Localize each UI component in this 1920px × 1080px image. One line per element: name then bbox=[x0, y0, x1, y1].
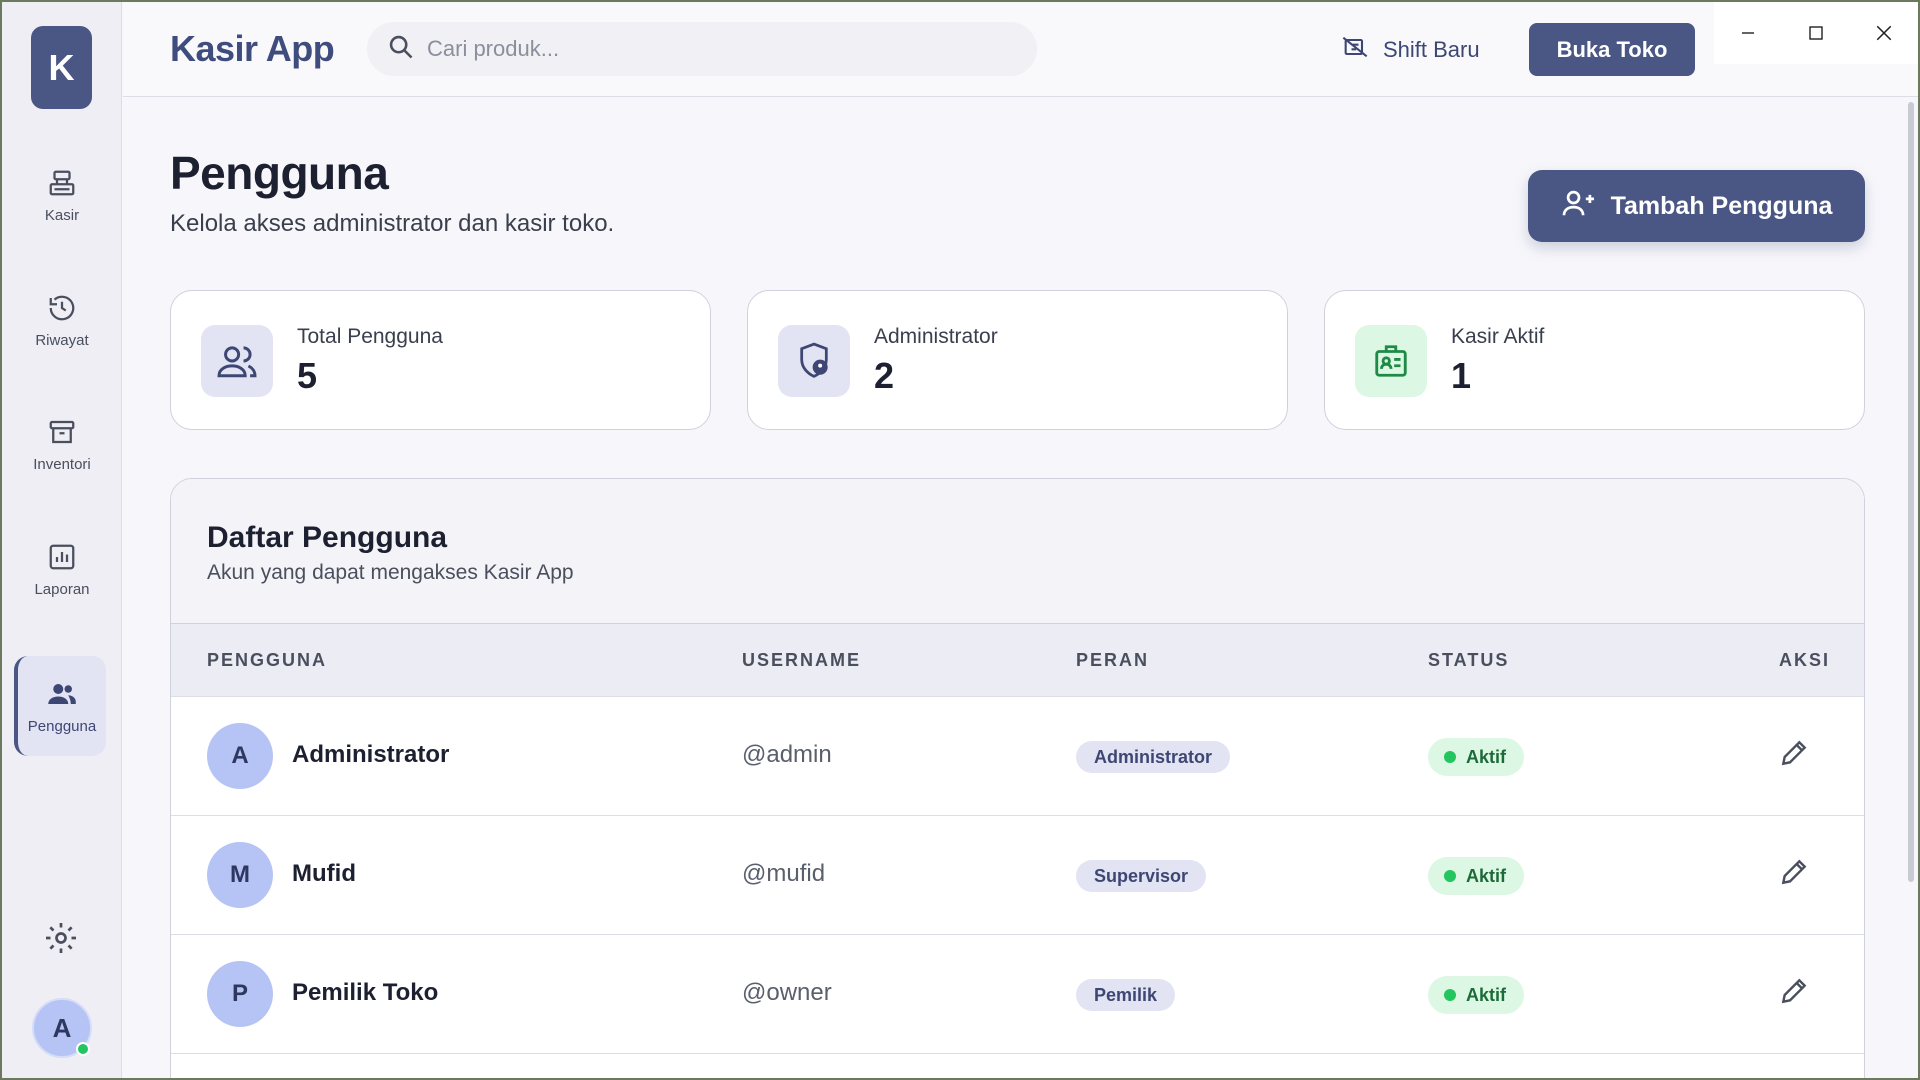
stat-value: 2 bbox=[874, 355, 895, 396]
stat-label: Administrator bbox=[874, 325, 998, 348]
role-badge: Supervisor bbox=[1076, 860, 1207, 892]
sidebar-item-pengguna[interactable]: Pengguna bbox=[14, 656, 106, 756]
maximize-icon bbox=[1809, 26, 1823, 40]
pencil-icon[interactable] bbox=[1778, 737, 1812, 771]
new-shift-label: Shift Baru bbox=[1383, 37, 1480, 62]
stat-card-active-cashier: Kasir Aktif 1 bbox=[1324, 290, 1865, 430]
users-icon bbox=[46, 678, 78, 710]
sidebar: K Kasir Riwayat Inventori Laporan Penggu… bbox=[2, 2, 122, 1078]
sidebar-item-label: Inventori bbox=[33, 455, 91, 473]
page-subtitle: Kelola akses administrator dan kasir tok… bbox=[170, 210, 615, 237]
sidebar-item-laporan[interactable]: Laporan bbox=[14, 519, 110, 619]
status-badge: Aktif bbox=[1428, 738, 1524, 776]
close-button[interactable] bbox=[1850, 2, 1918, 64]
user-plus-icon bbox=[1561, 188, 1597, 225]
add-user-label: Tambah Pengguna bbox=[1610, 191, 1833, 220]
stat-value: 5 bbox=[297, 355, 318, 396]
sidebar-item-kasir[interactable]: Kasir bbox=[14, 145, 110, 245]
user-list-subtitle: Akun yang dapat mengakses Kasir App bbox=[207, 561, 574, 584]
id-card-icon bbox=[1355, 325, 1427, 397]
user-name: Mufid bbox=[292, 860, 356, 887]
open-store-button[interactable]: Buka Toko bbox=[1529, 23, 1695, 76]
table-row[interactable]: M Mufid @mufid Supervisor Aktif bbox=[171, 816, 1864, 935]
sidebar-item-label: Riwayat bbox=[35, 331, 89, 349]
column-header: PENGGUNA bbox=[207, 650, 328, 670]
user-username: @admin bbox=[742, 741, 832, 768]
sidebar-item-riwayat[interactable]: Riwayat bbox=[14, 270, 110, 370]
search-icon bbox=[387, 33, 415, 66]
sidebar-item-label: Kasir bbox=[44, 206, 80, 224]
minimize-button[interactable] bbox=[1714, 2, 1782, 64]
column-header: AKSI bbox=[1779, 650, 1831, 670]
column-header: STATUS bbox=[1428, 650, 1510, 670]
gear-icon[interactable] bbox=[43, 920, 79, 956]
status-label: Aktif bbox=[1466, 865, 1506, 886]
sidebar-item-inventori[interactable]: Inventori bbox=[14, 394, 110, 494]
stat-label: Kasir Aktif bbox=[1451, 325, 1545, 348]
online-status-dot bbox=[76, 1042, 90, 1056]
user-list-header: Daftar Pengguna Akun yang dapat mengakse… bbox=[171, 479, 1864, 624]
status-label: Aktif bbox=[1466, 984, 1506, 1005]
stat-card-administrator: Administrator 2 bbox=[747, 290, 1288, 430]
new-shift-button[interactable]: Shift Baru bbox=[1341, 32, 1480, 68]
add-user-button[interactable]: Tambah Pengguna bbox=[1528, 170, 1865, 242]
column-header: PERAN bbox=[1076, 650, 1150, 670]
user-name: Pemilik Toko bbox=[292, 979, 439, 1006]
user-username: @owner bbox=[742, 979, 832, 1006]
sidebar-item-label: Pengguna bbox=[27, 717, 97, 735]
archive-box-icon bbox=[46, 416, 78, 448]
minimize-icon bbox=[1742, 32, 1754, 34]
user-avatar: P bbox=[207, 961, 273, 1027]
maximize-button[interactable] bbox=[1782, 2, 1850, 64]
user-username: @mufid bbox=[742, 860, 826, 887]
stat-card-total-users: Total Pengguna 5 bbox=[170, 290, 711, 430]
app-logo: K bbox=[31, 26, 92, 109]
user-avatar: A bbox=[207, 723, 273, 789]
page-title: Pengguna bbox=[170, 147, 389, 199]
status-badge: Aktif bbox=[1428, 857, 1524, 895]
column-header: USERNAME bbox=[742, 650, 862, 670]
topbar: Kasir App Shift Baru Buka Toko bbox=[123, 2, 1918, 97]
status-label: Aktif bbox=[1466, 746, 1506, 767]
pencil-icon[interactable] bbox=[1778, 975, 1812, 1009]
scrollbar[interactable] bbox=[1908, 102, 1914, 882]
role-badge: Administrator bbox=[1076, 741, 1231, 773]
user-list-title: Daftar Pengguna bbox=[207, 521, 448, 554]
table-row[interactable]: A Administrator @admin Administrator Akt… bbox=[171, 697, 1864, 816]
shift-icon bbox=[1341, 33, 1369, 67]
app-window: K Kasir Riwayat Inventori Laporan Penggu… bbox=[0, 0, 1920, 1080]
search-input[interactable] bbox=[427, 36, 987, 62]
user-avatar: M bbox=[207, 842, 273, 908]
window-controls bbox=[1714, 2, 1918, 64]
pencil-icon[interactable] bbox=[1778, 856, 1812, 890]
close-icon bbox=[1876, 25, 1892, 41]
user-list-card: Daftar Pengguna Akun yang dapat mengakse… bbox=[170, 478, 1865, 1078]
search-bar[interactable] bbox=[367, 22, 1037, 76]
history-icon bbox=[46, 292, 78, 324]
stat-label: Total Pengguna bbox=[297, 325, 443, 348]
table-header-row: PENGGUNA USERNAME PERAN STATUS AKSI bbox=[171, 624, 1864, 697]
cash-register-icon bbox=[46, 167, 78, 199]
user-name: Administrator bbox=[292, 741, 450, 768]
status-badge: Aktif bbox=[1428, 976, 1524, 1014]
app-title: Kasir App bbox=[170, 28, 335, 69]
bar-chart-icon bbox=[46, 541, 78, 573]
status-dot bbox=[1444, 751, 1456, 763]
status-dot bbox=[1444, 870, 1456, 882]
table-row[interactable]: P Pemilik Toko @owner Pemilik Aktif bbox=[171, 935, 1864, 1054]
stat-value: 1 bbox=[1451, 355, 1472, 396]
role-badge: Pemilik bbox=[1076, 979, 1176, 1011]
status-dot bbox=[1444, 989, 1456, 1001]
users-icon bbox=[201, 325, 273, 397]
sidebar-item-label: Laporan bbox=[34, 580, 90, 598]
shield-user-icon bbox=[778, 325, 850, 397]
